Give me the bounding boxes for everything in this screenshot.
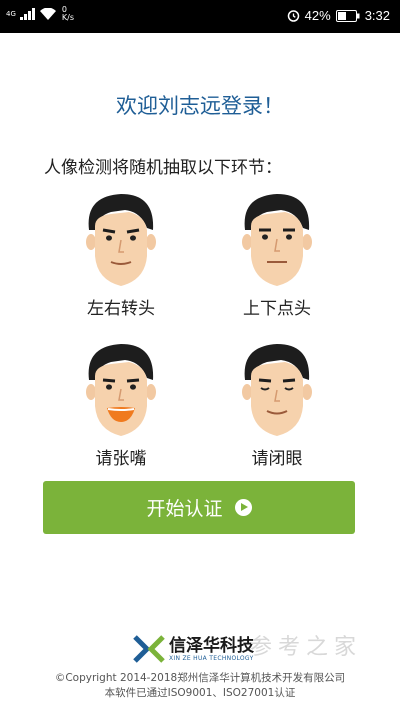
copyright: ©Copyright 2014-2018郑州信泽华计算机技术开发有限公司 本软件…: [0, 671, 400, 701]
status-right: 42% 3:32: [287, 8, 390, 23]
battery-percent: 42%: [304, 8, 331, 23]
action-nod-head: 上下点头: [212, 190, 342, 319]
battery-icon: [335, 9, 360, 22]
action-label: 请张嘴: [95, 449, 147, 469]
net-speed: 0 K/s: [62, 6, 74, 22]
status-left: 4G 0 K/s: [6, 6, 74, 22]
action-close-eyes: 请闭眼: [212, 340, 342, 469]
status-bar: 4G 0 K/s 42% 3:32: [0, 0, 400, 33]
action-turn-head: 左右转头: [56, 190, 186, 319]
action-label: 请闭眼: [251, 449, 303, 469]
start-auth-label: 开始认证: [146, 498, 223, 520]
face-close-eyes-icon: [242, 344, 312, 436]
certification-line: 本软件已通过ISO9001、ISO27001认证: [104, 687, 296, 699]
copyright-line: ©Copyright 2014-2018郑州信泽华计算机技术开发有限公司: [54, 672, 346, 684]
action-label: 上下点头: [243, 299, 311, 319]
play-icon: [234, 499, 252, 516]
intro-text: 人像检测将随机抽取以下环节：: [44, 158, 282, 178]
start-auth-button[interactable]: 开始认证: [43, 481, 355, 534]
action-open-mouth: 请张嘴: [56, 340, 186, 469]
brand-english: XIN ZE HUA TECHNOLOGY: [169, 654, 254, 662]
face-open-mouth-icon: [86, 344, 156, 436]
alarm-icon: [287, 10, 299, 22]
wifi-icon: [39, 8, 56, 20]
net-speed-unit: K/s: [61, 13, 74, 22]
signal-icon: [19, 8, 35, 20]
face-nod-head-icon: [242, 194, 312, 286]
watermark: 参考之家: [250, 635, 363, 660]
xzh-logo-icon: [133, 635, 165, 663]
brand-name: 信泽华科技: [169, 635, 254, 656]
clock-time: 3:32: [364, 8, 390, 23]
network-type: 4G: [6, 9, 16, 18]
action-label: 左右转头: [87, 299, 155, 319]
face-turn-head-icon: [86, 194, 156, 286]
welcome-title: 欢迎刘志远登录！: [116, 94, 284, 118]
brand-logo: 信泽华科技 XIN ZE HUA TECHNOLOGY: [133, 634, 254, 664]
